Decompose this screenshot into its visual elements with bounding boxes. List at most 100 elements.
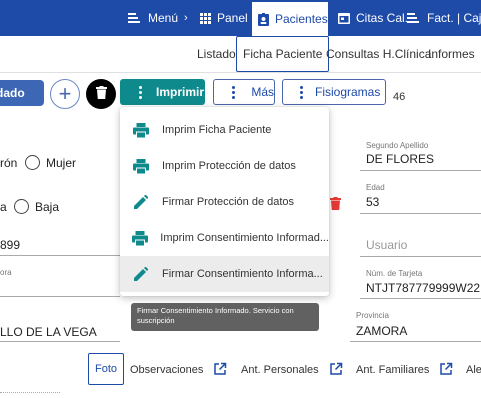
- tab-observations[interactable]: Observaciones: [130, 356, 227, 384]
- calendar-icon: [338, 12, 350, 24]
- nav-billing[interactable]: Fact. | Caja: [407, 0, 481, 36]
- tab-patient-file-label: Ficha Paciente: [243, 47, 323, 61]
- menu-item-label: Firmar Protección de datos: [162, 196, 295, 208]
- nav-billing-label: Fact. | Caja: [427, 11, 481, 25]
- tab-clinical-history-label: Consultas H.Clínica: [326, 47, 432, 61]
- province-underline: [350, 341, 481, 342]
- phone-field-underline: [0, 255, 120, 256]
- printer-icon: [120, 158, 162, 174]
- nav-panel[interactable]: Panel: [200, 0, 248, 36]
- phone-value: 899: [0, 238, 21, 252]
- kebab-icon: [291, 85, 311, 99]
- field-underline: [0, 296, 120, 297]
- tab-observations-label: Observaciones: [130, 364, 204, 376]
- delete-button[interactable]: [86, 79, 116, 109]
- menu-item-print-patient-file[interactable]: Imprim Ficha Paciente: [120, 112, 329, 148]
- tab-reports-label: Informes: [428, 47, 475, 61]
- sex-option-male-label: rón: [0, 156, 18, 170]
- age-label: Edad: [366, 183, 385, 192]
- save-button-label: dado: [0, 86, 25, 100]
- external-link-icon[interactable]: [329, 362, 343, 379]
- kebab-icon: [224, 85, 243, 99]
- tab-photo-label: Foto: [95, 363, 118, 375]
- menu-item-label: Firmar Consentimiento Informa...: [162, 268, 323, 280]
- user-input[interactable]: Usuario: [366, 238, 407, 252]
- print-dropdown-menu: Imprim Ficha Paciente Imprim Protección …: [120, 107, 329, 296]
- menu-icon: [407, 12, 421, 24]
- tab-reports[interactable]: Informes: [428, 36, 475, 72]
- second-surname-input[interactable]: DE FLORES: [366, 152, 434, 166]
- town-field-underline: [0, 341, 120, 342]
- menu-icon: [128, 12, 142, 24]
- print-button[interactable]: Imprimir: [120, 79, 205, 105]
- second-surname-label: Segundo Apellido: [366, 141, 429, 150]
- trash-icon: [95, 86, 107, 102]
- external-link-icon[interactable]: [439, 362, 453, 379]
- menu-button[interactable]: Menú ›: [128, 0, 188, 36]
- tab-clinical-history[interactable]: Consultas H.Clínica: [326, 36, 431, 72]
- top-navbar: Menú › Panel Pacientes Citas Cal. Fact. …: [0, 0, 481, 36]
- printer-icon: [120, 122, 162, 138]
- id-badge-icon: [258, 12, 269, 26]
- trash-icon[interactable]: [330, 197, 341, 213]
- printer-icon: [120, 230, 160, 246]
- physiograms-button[interactable]: Fisiogramas: [282, 79, 386, 105]
- tab-allergies-label: Ale: [466, 364, 481, 376]
- second-surname-underline: [360, 170, 481, 171]
- tab-patient-file[interactable]: Ficha Paciente: [236, 36, 330, 72]
- tab-list[interactable]: Listado: [197, 36, 236, 72]
- tab-photo[interactable]: Foto: [88, 353, 125, 385]
- tab-personal-history-label: Ant. Personales: [241, 364, 319, 376]
- external-link-icon[interactable]: [213, 362, 227, 379]
- more-button-label: Más: [251, 85, 274, 99]
- tab-personal-history[interactable]: Ant. Personales: [241, 356, 343, 384]
- sex-option-female-label: Mujer: [46, 156, 77, 170]
- nav-appointments[interactable]: Citas Cal.: [338, 0, 408, 36]
- status-radio-baja[interactable]: [14, 199, 29, 214]
- status-option-a-label: a: [0, 200, 7, 214]
- tab-list-label: Listado: [197, 47, 236, 61]
- menu-item-sign-data-protection[interactable]: Firmar Protección de datos: [120, 184, 329, 220]
- tooltip: Firmar Consentimiento Informado. Servici…: [131, 303, 319, 331]
- nav-appointments-label: Citas Cal.: [356, 11, 409, 25]
- age-input[interactable]: 53: [366, 195, 379, 209]
- menu-item-label: Imprim Protección de datos: [162, 160, 296, 172]
- field-label: ora: [0, 268, 12, 277]
- nav-patients-label: Pacientes: [275, 12, 328, 26]
- card-number-label: Núm. de Tarjeta: [366, 269, 423, 278]
- menu-item-label: Imprim Consentimiento Informad...: [160, 232, 329, 244]
- add-button[interactable]: +: [50, 79, 80, 109]
- status-option-baja-label: Baja: [35, 200, 60, 214]
- tab-allergies[interactable]: Ale: [466, 356, 481, 384]
- tab-family-history[interactable]: Ant. Familiares: [356, 356, 453, 384]
- plus-icon: +: [58, 81, 72, 106]
- sex-radio-female[interactable]: [25, 155, 40, 170]
- user-underline: [360, 256, 481, 257]
- menu-item-print-data-protection[interactable]: Imprim Protección de datos: [120, 148, 329, 184]
- town-value: LLO DE LA VEGA: [0, 325, 97, 339]
- grid-icon: [200, 12, 211, 24]
- print-button-label: Imprimir: [156, 85, 205, 99]
- menu-item-label: Imprim Ficha Paciente: [162, 124, 272, 136]
- physiograms-button-label: Fisiogramas: [315, 85, 381, 99]
- menu-label: Menú: [148, 11, 179, 25]
- card-number-underline: [360, 298, 481, 299]
- card-number-input[interactable]: NTJT787779999W22: [366, 281, 480, 295]
- menu-item-print-informed-consent[interactable]: Imprim Consentimiento Informad...: [120, 220, 329, 256]
- pencil-icon: [120, 195, 162, 209]
- province-label: Provincia: [356, 311, 389, 320]
- pencil-icon: [120, 267, 162, 281]
- record-count: 46: [393, 91, 406, 103]
- menu-item-sign-informed-consent[interactable]: Firmar Consentimiento Informa...: [120, 256, 329, 292]
- divider: [0, 72, 481, 73]
- more-button[interactable]: Más: [213, 79, 275, 105]
- chevron-right-icon: ›: [184, 12, 188, 24]
- divider: [0, 392, 60, 393]
- province-input[interactable]: ZAMORA: [356, 324, 407, 338]
- kebab-icon: [130, 85, 150, 99]
- age-underline: [360, 213, 481, 214]
- tab-family-history-label: Ant. Familiares: [356, 364, 430, 376]
- save-button[interactable]: dado: [0, 80, 44, 106]
- nav-patients[interactable]: Pacientes: [252, 0, 328, 36]
- nav-panel-label: Panel: [217, 11, 248, 25]
